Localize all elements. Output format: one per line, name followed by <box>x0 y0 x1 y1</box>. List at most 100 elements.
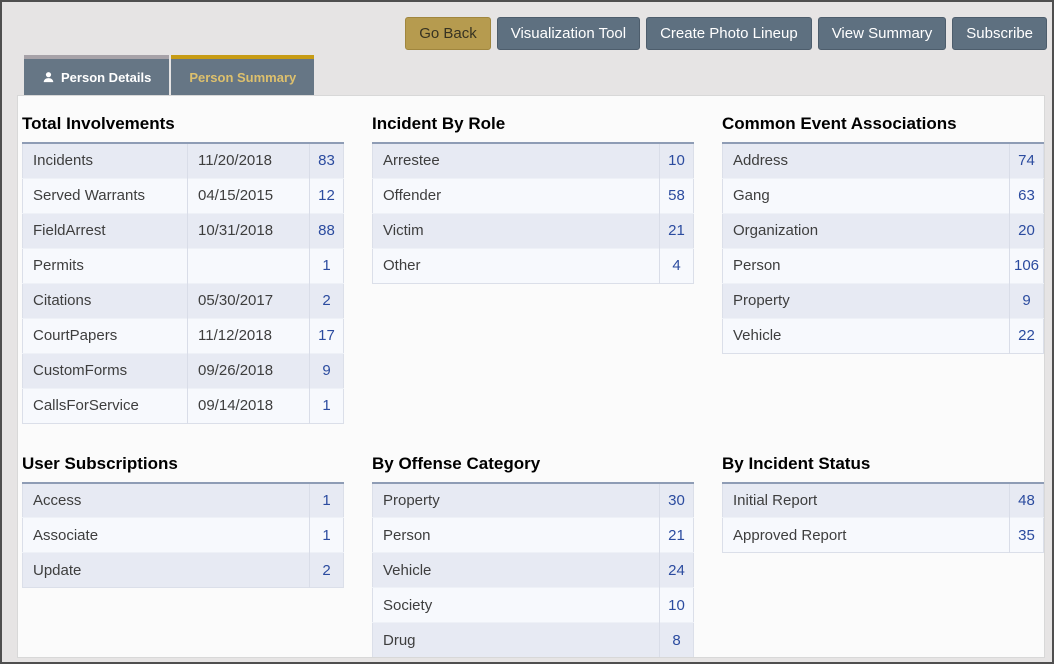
row-count[interactable]: 58 <box>660 178 694 213</box>
go-back-button[interactable]: Go Back <box>405 17 491 50</box>
row-label: Victim <box>373 213 660 248</box>
row-date: 11/20/2018 <box>188 143 310 178</box>
row-label: Vehicle <box>723 318 1010 353</box>
tab-person-details[interactable]: Person Details <box>24 55 169 95</box>
row-date: 10/31/2018 <box>188 213 310 248</box>
view-summary-button[interactable]: View Summary <box>818 17 947 50</box>
row-label: Approved Report <box>723 518 1010 553</box>
row-count[interactable]: 8 <box>660 623 694 658</box>
visualization-tool-button[interactable]: Visualization Tool <box>497 17 640 50</box>
row-count[interactable]: 22 <box>1010 318 1044 353</box>
row-label: FieldArrest <box>23 213 188 248</box>
table-row: Person 21 <box>373 518 694 553</box>
row-count[interactable]: 48 <box>1010 483 1044 518</box>
table-row: Person 106 <box>723 248 1044 283</box>
row-label: Citations <box>23 283 188 318</box>
row-count[interactable]: 21 <box>660 213 694 248</box>
panel-by-incident-status: By Incident Status Initial Report 48 App… <box>722 454 1043 554</box>
table-row: Property 30 <box>373 483 694 518</box>
row-count[interactable]: 63 <box>1010 178 1044 213</box>
row-count[interactable]: 2 <box>310 283 344 318</box>
panel-title: Incident By Role <box>372 114 693 134</box>
row-count[interactable]: 74 <box>1010 143 1044 178</box>
panel-incident-by-role: Incident By Role Arrestee 10 Offender 58… <box>372 114 693 284</box>
row-date: 09/26/2018 <box>188 353 310 388</box>
row-date: 05/30/2017 <box>188 283 310 318</box>
row-label: CustomForms <box>23 353 188 388</box>
table-row: Offender 58 <box>373 178 694 213</box>
row-label: Property <box>373 483 660 518</box>
table-row: CustomForms 09/26/2018 9 <box>23 353 344 388</box>
panels-grid: Total Involvements Incidents 11/20/2018 … <box>18 96 1044 658</box>
table-row: Permits 1 <box>23 248 344 283</box>
person-icon <box>42 71 55 84</box>
row-count[interactable]: 1 <box>310 248 344 283</box>
row-count[interactable]: 10 <box>660 588 694 623</box>
row-label: Society <box>373 588 660 623</box>
table-row: Gang 63 <box>723 178 1044 213</box>
panel-total-involvements: Total Involvements Incidents 11/20/2018 … <box>22 114 343 424</box>
common-event-associations-table: Address 74 Gang 63 Organization 20 Perso… <box>722 142 1044 354</box>
row-count[interactable]: 4 <box>660 248 694 283</box>
row-count[interactable]: 1 <box>310 388 344 423</box>
panel-common-event-associations: Common Event Associations Address 74 Gan… <box>722 114 1043 354</box>
panel-title: By Offense Category <box>372 454 693 474</box>
panel-title: By Incident Status <box>722 454 1043 474</box>
table-row: Drug 8 <box>373 623 694 658</box>
by-incident-status-table: Initial Report 48 Approved Report 35 <box>722 482 1044 554</box>
table-row: CourtPapers 11/12/2018 17 <box>23 318 344 353</box>
by-offense-category-table: Property 30 Person 21 Vehicle 24 Society… <box>372 482 694 659</box>
row-count[interactable]: 17 <box>310 318 344 353</box>
row-label: Gang <box>723 178 1010 213</box>
table-row: FieldArrest 10/31/2018 88 <box>23 213 344 248</box>
row-count[interactable]: 1 <box>310 518 344 553</box>
row-label: CallsForService <box>23 388 188 423</box>
app-window: Go Back Visualization Tool Create Photo … <box>0 0 1054 664</box>
tab-bar: Person Details Person Summary <box>24 55 314 95</box>
subscribe-button[interactable]: Subscribe <box>952 17 1047 50</box>
row-label: Permits <box>23 248 188 283</box>
row-count[interactable]: 88 <box>310 213 344 248</box>
table-row: Incidents 11/20/2018 83 <box>23 143 344 178</box>
row-count[interactable]: 10 <box>660 143 694 178</box>
table-row: Property 9 <box>723 283 1044 318</box>
table-row: Organization 20 <box>723 213 1044 248</box>
total-involvements-table: Incidents 11/20/2018 83 Served Warrants … <box>22 142 344 424</box>
toolbar: Go Back Visualization Tool Create Photo … <box>405 17 1047 50</box>
row-label: Incidents <box>23 143 188 178</box>
panel-title: Common Event Associations <box>722 114 1043 134</box>
panel-title: User Subscriptions <box>22 454 343 474</box>
row-count[interactable]: 106 <box>1010 248 1044 283</box>
create-photo-lineup-button[interactable]: Create Photo Lineup <box>646 17 812 50</box>
incident-by-role-table: Arrestee 10 Offender 58 Victim 21 Other … <box>372 142 694 284</box>
row-date <box>188 248 310 283</box>
tab-person-summary[interactable]: Person Summary <box>171 55 314 95</box>
row-date: 04/15/2015 <box>188 178 310 213</box>
table-row: Initial Report 48 <box>723 483 1044 518</box>
table-row: Vehicle 22 <box>723 318 1044 353</box>
row-date: 09/14/2018 <box>188 388 310 423</box>
tab-label: Person Summary <box>189 70 296 85</box>
panel-user-subscriptions: User Subscriptions Access 1 Associate 1 … <box>22 454 343 589</box>
row-count[interactable]: 30 <box>660 483 694 518</box>
row-label: Address <box>723 143 1010 178</box>
row-count[interactable]: 35 <box>1010 518 1044 553</box>
row-count[interactable]: 20 <box>1010 213 1044 248</box>
table-row: CallsForService 09/14/2018 1 <box>23 388 344 423</box>
row-count[interactable]: 83 <box>310 143 344 178</box>
row-count[interactable]: 9 <box>1010 283 1044 318</box>
row-label: Other <box>373 248 660 283</box>
table-row: Associate 1 <box>23 518 344 553</box>
row-count[interactable]: 24 <box>660 553 694 588</box>
row-count[interactable]: 12 <box>310 178 344 213</box>
content-panel: Total Involvements Incidents 11/20/2018 … <box>17 95 1045 658</box>
row-label: Drug <box>373 623 660 658</box>
row-count[interactable]: 21 <box>660 518 694 553</box>
table-row: Other 4 <box>373 248 694 283</box>
row-count[interactable]: 9 <box>310 353 344 388</box>
row-label: CourtPapers <box>23 318 188 353</box>
row-count[interactable]: 1 <box>310 483 344 518</box>
row-count[interactable]: 2 <box>310 553 344 588</box>
row-label: Offender <box>373 178 660 213</box>
row-label: Served Warrants <box>23 178 188 213</box>
